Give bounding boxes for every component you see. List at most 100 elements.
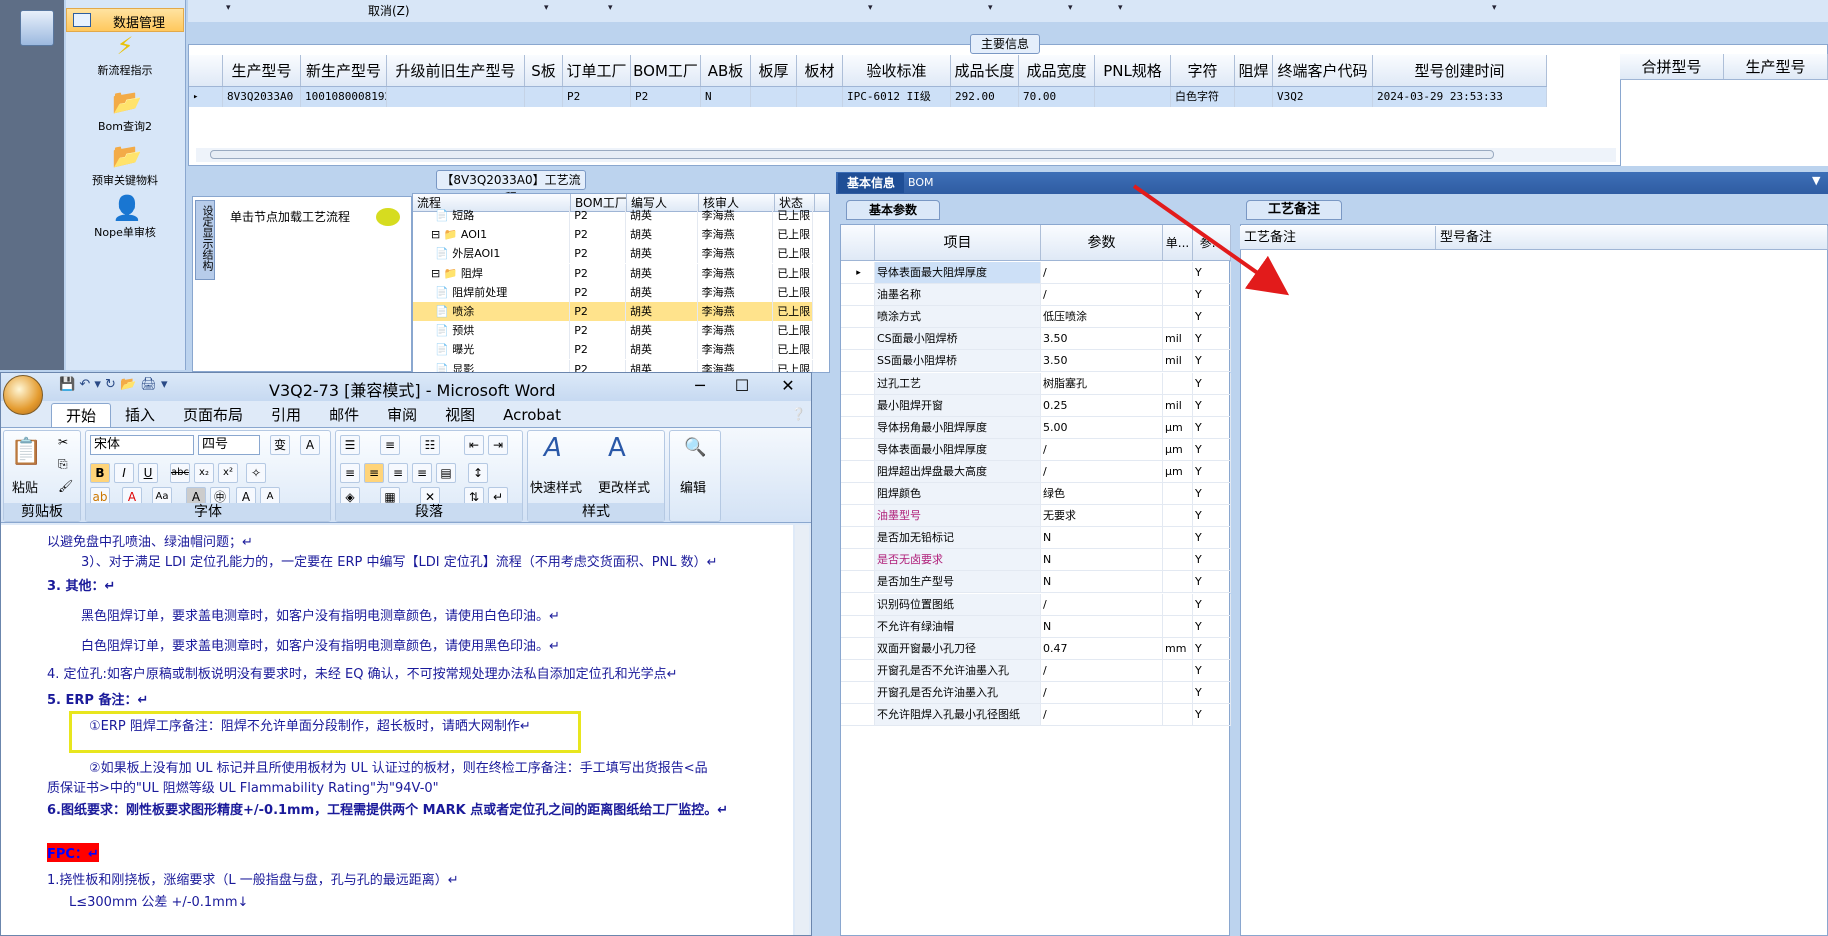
main-col-header[interactable]: 生产型号: [223, 55, 301, 86]
ribbon-tab[interactable]: 引用: [257, 403, 315, 427]
param-row[interactable]: 阻焊超出焊盘最大高度 / μm Y: [841, 460, 1231, 483]
ribbon-tab[interactable]: 审阅: [373, 403, 431, 427]
close-icon[interactable]: ✕: [775, 375, 801, 397]
quick-access-toolbar[interactable]: 💾 ↶ ▾ ↻ 📂 🖨 ▾: [59, 377, 168, 392]
param-row[interactable]: 开窗孔是否允许油墨入孔 / Y: [841, 681, 1231, 704]
italic-icon[interactable]: I: [114, 463, 134, 483]
basic-params-tab[interactable]: 基本参数: [846, 200, 940, 220]
document-scrollbar[interactable]: [795, 525, 809, 935]
subscript-icon[interactable]: x₂: [194, 463, 214, 483]
main-col-header[interactable]: 成品宽度: [1019, 55, 1095, 86]
tab-basic-info[interactable]: 基本信息: [838, 173, 904, 193]
dropdown-arrow-icon[interactable]: ▾: [1492, 3, 1497, 13]
dropdown-arrow-icon[interactable]: ▾: [988, 3, 993, 13]
main-col-header[interactable]: 订单工厂: [563, 55, 631, 86]
distributed-icon[interactable]: ▤: [436, 463, 456, 483]
numbering-icon[interactable]: ≡: [380, 435, 400, 455]
param-row[interactable]: SS面最小阻焊桥 3.50 mil Y: [841, 350, 1231, 373]
align-center-icon[interactable]: ≡: [364, 463, 384, 483]
nav-item-nope-review[interactable]: 👤 Nope单审核: [66, 196, 184, 248]
increase-indent-icon[interactable]: ⇥: [488, 435, 508, 455]
main-col-header[interactable]: BOM工厂: [631, 55, 701, 86]
align-left-icon[interactable]: ≡: [340, 463, 360, 483]
param-row[interactable]: 识别码位置图纸 / Y: [841, 593, 1231, 616]
param-row[interactable]: 不允许阻焊入孔最小孔径图纸 / Y: [841, 704, 1231, 726]
quick-style-icon[interactable]: A: [544, 433, 562, 463]
nav-item-data-management[interactable]: 数据管理: [66, 8, 184, 32]
font-combo[interactable]: 宋体: [90, 435, 194, 455]
param-row[interactable]: CS面最小阻焊桥 3.50 mil Y: [841, 328, 1231, 351]
dropdown-arrow-icon[interactable]: ▾: [1068, 3, 1073, 13]
main-col-header[interactable]: S板: [525, 55, 563, 86]
paste-button[interactable]: 粘贴: [12, 477, 38, 496]
minimize-icon[interactable]: ─: [687, 375, 713, 397]
change-style-button[interactable]: 更改样式: [598, 477, 650, 496]
process-row[interactable]: 📄 短路 P2 胡英 李海燕 已上限: [413, 206, 814, 225]
quick-style-button[interactable]: 快速样式: [530, 477, 582, 496]
process-title-tab[interactable]: 【8V3Q2033A0】工艺流程: [436, 170, 586, 205]
main-col-header[interactable]: 阻焊: [1235, 55, 1273, 86]
param-row[interactable]: 过孔工艺 树脂塞孔 Y: [841, 372, 1231, 395]
scroll-thumb[interactable]: [210, 150, 1494, 159]
process-vertical-tab[interactable]: 设定显示结构: [195, 200, 215, 280]
dropdown-arrow-icon[interactable]: ▾: [1118, 3, 1123, 13]
param-row[interactable]: 导体表面最小阻焊厚度 / μm Y: [841, 438, 1231, 461]
bold-icon[interactable]: B: [90, 463, 110, 483]
nav-item-new-flow[interactable]: ⚡ 新流程指示: [66, 34, 184, 86]
main-col-header[interactable]: PNL规格: [1095, 55, 1171, 86]
main-col-header[interactable]: 终端客户代码: [1273, 55, 1373, 86]
change-style-icon[interactable]: A: [608, 433, 626, 463]
clear-format-icon[interactable]: ✧: [246, 463, 266, 483]
nav-item-bom-query[interactable]: 📂 Bom查询2: [66, 90, 184, 142]
process-row[interactable]: 📄 喷涂 P2 胡英 李海燕 已上限: [413, 302, 814, 321]
main-col-header[interactable]: 字符: [1171, 55, 1235, 86]
basic-col-header[interactable]: [841, 225, 875, 260]
help-icon[interactable]: ❔: [791, 407, 806, 421]
main-col-header[interactable]: 新生产型号: [301, 55, 387, 86]
param-row[interactable]: 开窗孔是否不允许油墨入孔 / Y: [841, 659, 1231, 682]
office-button-icon[interactable]: [3, 375, 43, 415]
superscript-icon[interactable]: x²: [218, 463, 238, 483]
ribbon-tab[interactable]: 开始: [51, 403, 112, 427]
process-row[interactable]: 📄 显影 P2 胡英 李海燕 已上限: [413, 359, 814, 372]
param-row[interactable]: 双面开窗最小孔刀径 0.47 mm Y: [841, 637, 1231, 660]
cancel-button[interactable]: 取消(Z): [368, 2, 410, 19]
maximize-icon[interactable]: ☐: [729, 375, 755, 397]
param-row[interactable]: 是否加无铅标记 N Y: [841, 527, 1231, 550]
param-row[interactable]: 最小阻焊开窗 0.25 mil Y: [841, 394, 1231, 417]
align-right-icon[interactable]: ≡: [388, 463, 408, 483]
param-row[interactable]: 是否无卤要求 N Y: [841, 549, 1231, 572]
ribbon-tab[interactable]: 邮件: [315, 403, 373, 427]
cut-icon[interactable]: ✂: [58, 435, 68, 449]
multilevel-icon[interactable]: ☷: [420, 435, 440, 455]
dropdown-arrow-icon[interactable]: ▾: [608, 3, 613, 13]
calculator-app-icon[interactable]: [20, 10, 54, 46]
process-row[interactable]: 📄 外层AOI1 P2 胡英 李海燕 已上限: [413, 244, 814, 264]
copy-icon[interactable]: ⎘: [58, 457, 68, 472]
process-row[interactable]: 📄 预烘 P2 胡英 李海燕 已上限: [413, 321, 814, 341]
main-info-tab[interactable]: 主要信息: [970, 34, 1040, 54]
param-row[interactable]: 是否加生产型号 N Y: [841, 571, 1231, 594]
basic-col-header[interactable]: 项目: [875, 225, 1041, 260]
main-col-header[interactable]: AB板: [701, 55, 751, 86]
font-size-combo[interactable]: 四号: [198, 435, 260, 455]
main-col-header[interactable]: 验收标准: [843, 55, 951, 86]
main-col-header[interactable]: 升级前旧生产型号: [387, 55, 525, 86]
ribbon-tab[interactable]: 视图: [431, 403, 489, 427]
craft-notes-area[interactable]: [1240, 224, 1828, 936]
main-col-header[interactable]: 成品长度: [951, 55, 1019, 86]
dropdown-arrow-icon[interactable]: ▾: [544, 3, 549, 13]
dropdown-arrow-icon[interactable]: ▾: [868, 3, 873, 13]
edit-button[interactable]: 编辑: [680, 477, 706, 496]
ribbon-tab[interactable]: 插入: [111, 403, 169, 427]
line-spacing-icon[interactable]: ↕: [468, 463, 488, 483]
process-row[interactable]: ⊟ 📁 AOI1 P2 胡英 李海燕 已上限: [413, 225, 813, 245]
param-row[interactable]: 油墨型号 无要求 Y: [841, 505, 1231, 528]
strikethrough-icon[interactable]: abc: [170, 463, 190, 483]
bullets-icon[interactable]: ☰: [340, 435, 360, 455]
process-row[interactable]: ⊟ 📁 阻焊 P2 胡英 李海燕 已上限: [413, 263, 813, 283]
dropdown-arrow-icon[interactable]: ▾: [226, 3, 231, 13]
justify-icon[interactable]: ≡: [412, 463, 432, 483]
underline-icon[interactable]: U: [138, 463, 158, 483]
main-col-header[interactable]: 板材: [797, 55, 843, 86]
